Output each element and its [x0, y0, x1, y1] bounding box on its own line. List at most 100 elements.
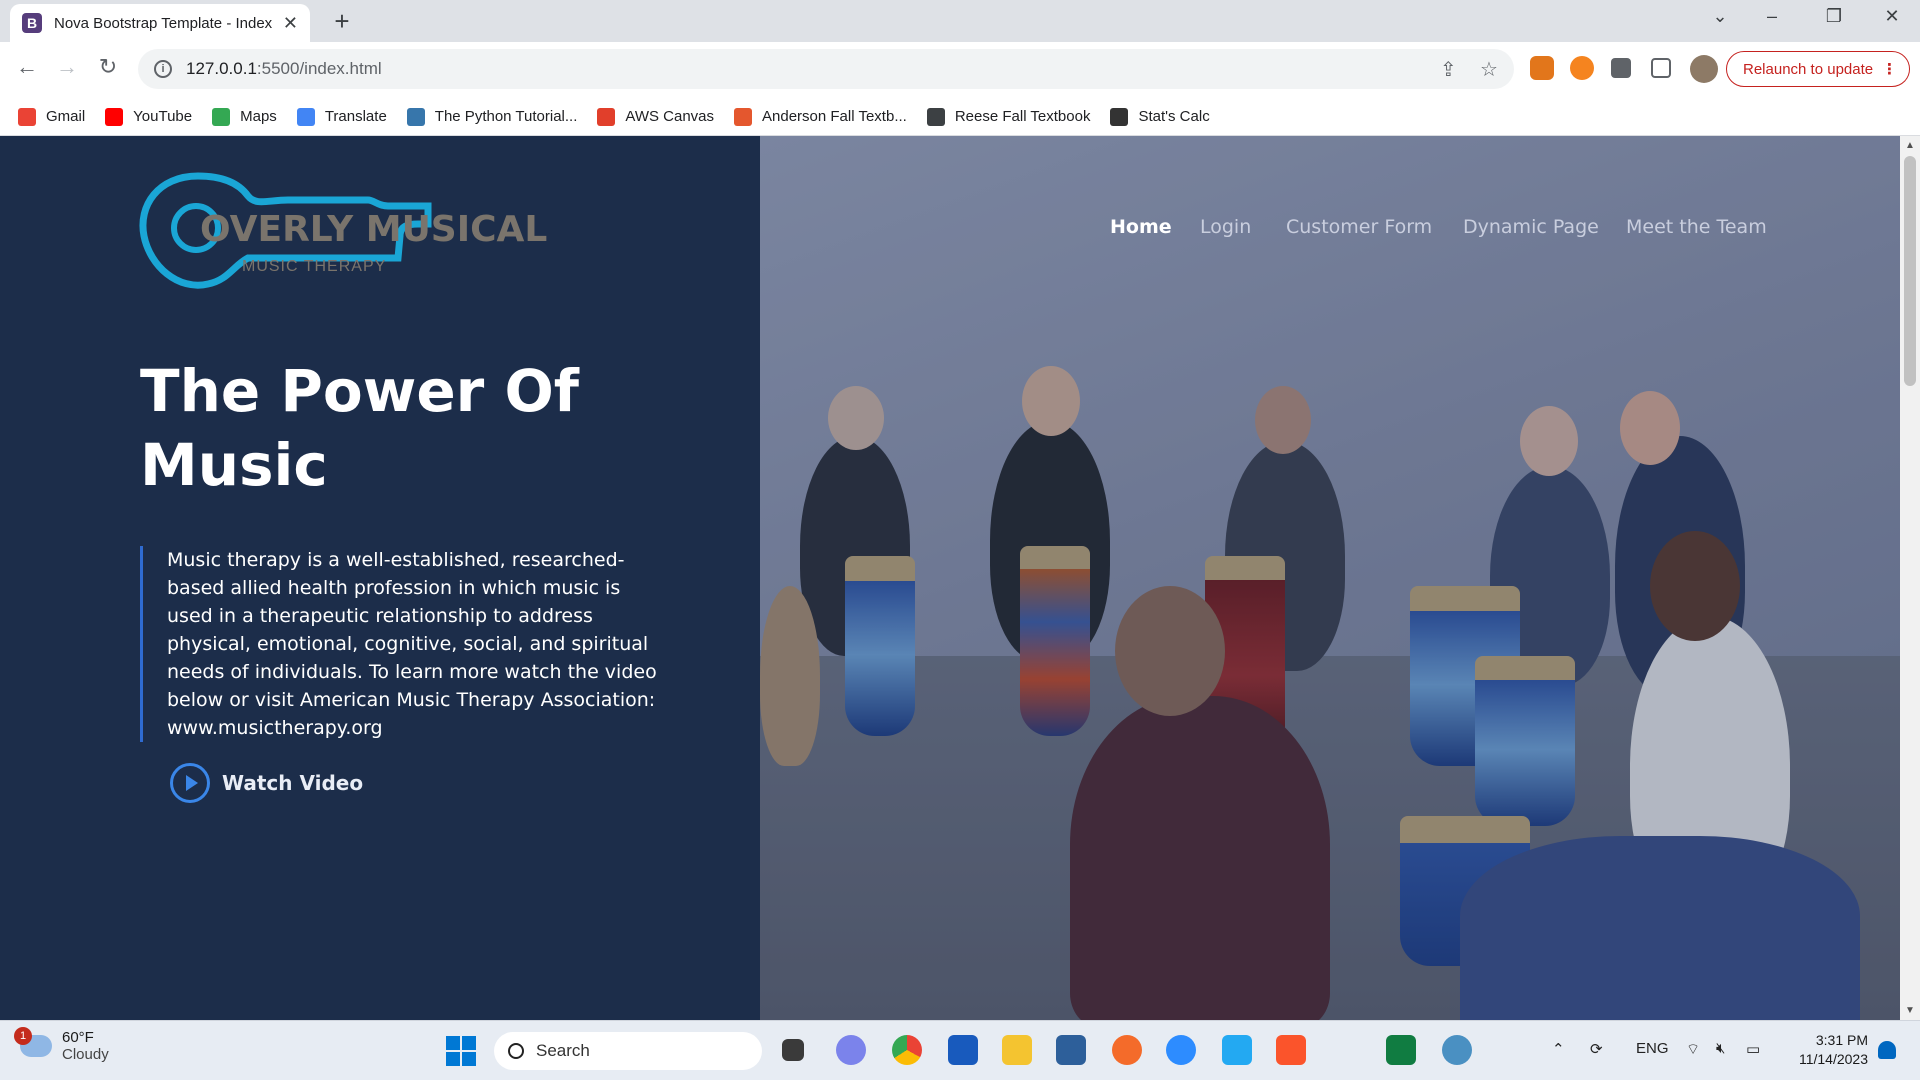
vscode-icon[interactable]	[1222, 1035, 1252, 1065]
more-menu-icon[interactable]: ⋮	[1882, 60, 1897, 78]
bookmark-label: Reese Fall Textbook	[954, 108, 1091, 125]
maps-icon	[212, 107, 231, 126]
task-view-icon[interactable]	[782, 1039, 804, 1061]
zoom-icon[interactable]	[1166, 1035, 1196, 1065]
tab-title: Nova Bootstrap Template - Index	[54, 14, 273, 32]
youtube-icon	[105, 107, 124, 126]
weather-temp: 60°F	[62, 1029, 94, 1046]
side-panel-icon[interactable]	[1651, 58, 1671, 78]
puzzle-extensions-icon[interactable]	[1611, 58, 1631, 78]
clock-date: 11/14/2023	[1798, 1051, 1868, 1067]
scroll-down-icon[interactable]: ▼	[1900, 1005, 1920, 1016]
reload-button[interactable]: ↻	[93, 54, 123, 80]
back-button[interactable]: ←	[12, 54, 42, 80]
notification-bell-icon[interactable]	[1878, 1041, 1896, 1059]
nav-login[interactable]: Login	[1200, 216, 1251, 238]
cloud-icon: 1	[14, 1027, 52, 1057]
bookmark-label: YouTube	[133, 108, 193, 125]
scrollbar-thumb[interactable]	[1904, 156, 1916, 386]
share-icon[interactable]: ⇪	[1440, 57, 1457, 82]
chat-icon[interactable]	[836, 1035, 866, 1065]
browser-titlebar: B Nova Bootstrap Template - Index ✕ + ⌄ …	[0, 0, 1920, 42]
bookmark-label: Gmail	[46, 108, 86, 125]
watch-video-label: Watch Video	[222, 771, 364, 795]
hero-image: Home Login Customer Form Dynamic Page Me…	[760, 136, 1900, 1020]
relaunch-label: Relaunch to update	[1743, 60, 1874, 78]
bookmark-label: AWS Canvas	[625, 108, 715, 125]
browser-toolbar: ← → ↻ i 127.0.0.1:5500/index.html ⇪ ☆ Re…	[0, 42, 1920, 98]
close-window-button[interactable]: ✕	[1872, 6, 1912, 27]
nav-meet-the-team[interactable]: Meet the Team	[1626, 216, 1767, 238]
taskbar-clock[interactable]: 3:31 PM 11/14/2023	[1784, 1031, 1868, 1069]
maximize-button[interactable]: ❐	[1814, 6, 1854, 27]
bookmark-item[interactable]: Stat's Calc	[1110, 107, 1210, 126]
clock-time: 3:31 PM	[1815, 1032, 1868, 1048]
metamask-extension-icon[interactable]	[1530, 56, 1554, 80]
watch-video-button[interactable]: Watch Video	[170, 763, 363, 803]
bookmark-item[interactable]: Gmail	[18, 107, 86, 126]
gmail-icon	[18, 107, 36, 126]
search-icon	[508, 1043, 524, 1059]
url-text: 127.0.0.1:5500/index.html	[186, 59, 382, 78]
volume-muted-icon[interactable]: 🔇︎	[1716, 1040, 1725, 1057]
brave-icon[interactable]	[1276, 1035, 1306, 1065]
taskbar-search[interactable]: Search	[494, 1032, 762, 1070]
scroll-up-icon[interactable]: ▲	[1900, 140, 1920, 151]
calculator-icon	[1110, 107, 1129, 126]
bootstrap-favicon-icon: B	[22, 13, 42, 33]
address-bar[interactable]: i 127.0.0.1:5500/index.html ⇪ ☆	[138, 49, 1514, 89]
profile-avatar[interactable]	[1690, 55, 1718, 83]
bookmark-label: Stat's Calc	[1138, 108, 1210, 125]
bookmark-label: Maps	[240, 108, 277, 125]
show-hidden-icons[interactable]: ⌃	[1552, 1040, 1565, 1058]
page-scrollbar[interactable]: ▲ ▼	[1900, 136, 1920, 1020]
bookmark-item[interactable]: The Python Tutorial...	[406, 107, 578, 126]
bookmark-star-icon[interactable]: ☆	[1480, 57, 1498, 82]
excel-icon[interactable]	[1386, 1035, 1416, 1065]
forward-button[interactable]: →	[52, 54, 82, 80]
nav-home[interactable]: Home	[1110, 216, 1172, 238]
close-tab-icon[interactable]: ✕	[283, 13, 298, 34]
new-tab-button[interactable]: +	[325, 6, 359, 37]
canvas-icon	[597, 107, 616, 126]
windows-start-icon[interactable]	[446, 1036, 476, 1066]
language-indicator[interactable]: ENG	[1636, 1040, 1669, 1057]
nav-dynamic-page[interactable]: Dynamic Page	[1463, 216, 1599, 238]
site-logo[interactable]: OVERLY MUSICAL MUSIC THERAPY	[138, 166, 558, 296]
minimize-button[interactable]: –	[1752, 6, 1792, 27]
weather-widget[interactable]: 1 60°F Cloudy	[14, 1027, 109, 1063]
globe-icon	[926, 107, 945, 126]
webpage: OVERLY MUSICAL MUSIC THERAPY The Power O…	[0, 136, 1920, 1020]
bookmark-label: The Python Tutorial...	[434, 108, 578, 125]
chrome-icon[interactable]	[892, 1035, 922, 1065]
relaunch-button[interactable]: Relaunch to update ⋮	[1726, 51, 1910, 87]
bookmark-item[interactable]: Translate	[296, 107, 387, 126]
search-label: Search	[536, 1041, 590, 1060]
bookmark-item[interactable]: AWS Canvas	[597, 107, 715, 126]
python-icon	[406, 107, 425, 126]
windows-taskbar: 1 60°F Cloudy Search ⌃ ⟳ ENG ⌔ 🔇︎ ▭ 3:31…	[0, 1020, 1920, 1080]
logo-text: OVERLY MUSICAL	[200, 209, 548, 250]
wifi-icon[interactable]: ⌔	[1686, 1040, 1700, 1059]
sync-icon[interactable]: ⟳	[1590, 1040, 1603, 1058]
site-info-icon[interactable]: i	[154, 60, 172, 78]
browser-tab[interactable]: B Nova Bootstrap Template - Index ✕	[10, 4, 310, 42]
weather-desc: Cloudy	[62, 1046, 109, 1063]
hero-left-panel: OVERLY MUSICAL MUSIC THERAPY The Power O…	[0, 136, 760, 1020]
nav-customer-form[interactable]: Customer Form	[1286, 216, 1432, 238]
bookmark-item[interactable]: Reese Fall Textbook	[926, 107, 1091, 126]
bookmark-item[interactable]: YouTube	[105, 107, 193, 126]
play-icon	[170, 763, 210, 803]
bookmark-item[interactable]: Maps	[212, 107, 277, 126]
postman-icon[interactable]	[1112, 1035, 1142, 1065]
snowflake-app-icon[interactable]	[1442, 1035, 1472, 1065]
mheducation-icon	[734, 107, 753, 126]
bookmark-label: Anderson Fall Textb...	[762, 108, 907, 125]
battery-icon[interactable]: ▭	[1746, 1040, 1760, 1058]
file-explorer-icon[interactable]	[1002, 1035, 1032, 1065]
extension-icon[interactable]	[1570, 56, 1594, 80]
tab-search-icon[interactable]: ⌄	[1700, 6, 1740, 27]
app-icon[interactable]	[1056, 1035, 1086, 1065]
bookmark-item[interactable]: Anderson Fall Textb...	[734, 107, 907, 126]
word-icon[interactable]	[948, 1035, 978, 1065]
